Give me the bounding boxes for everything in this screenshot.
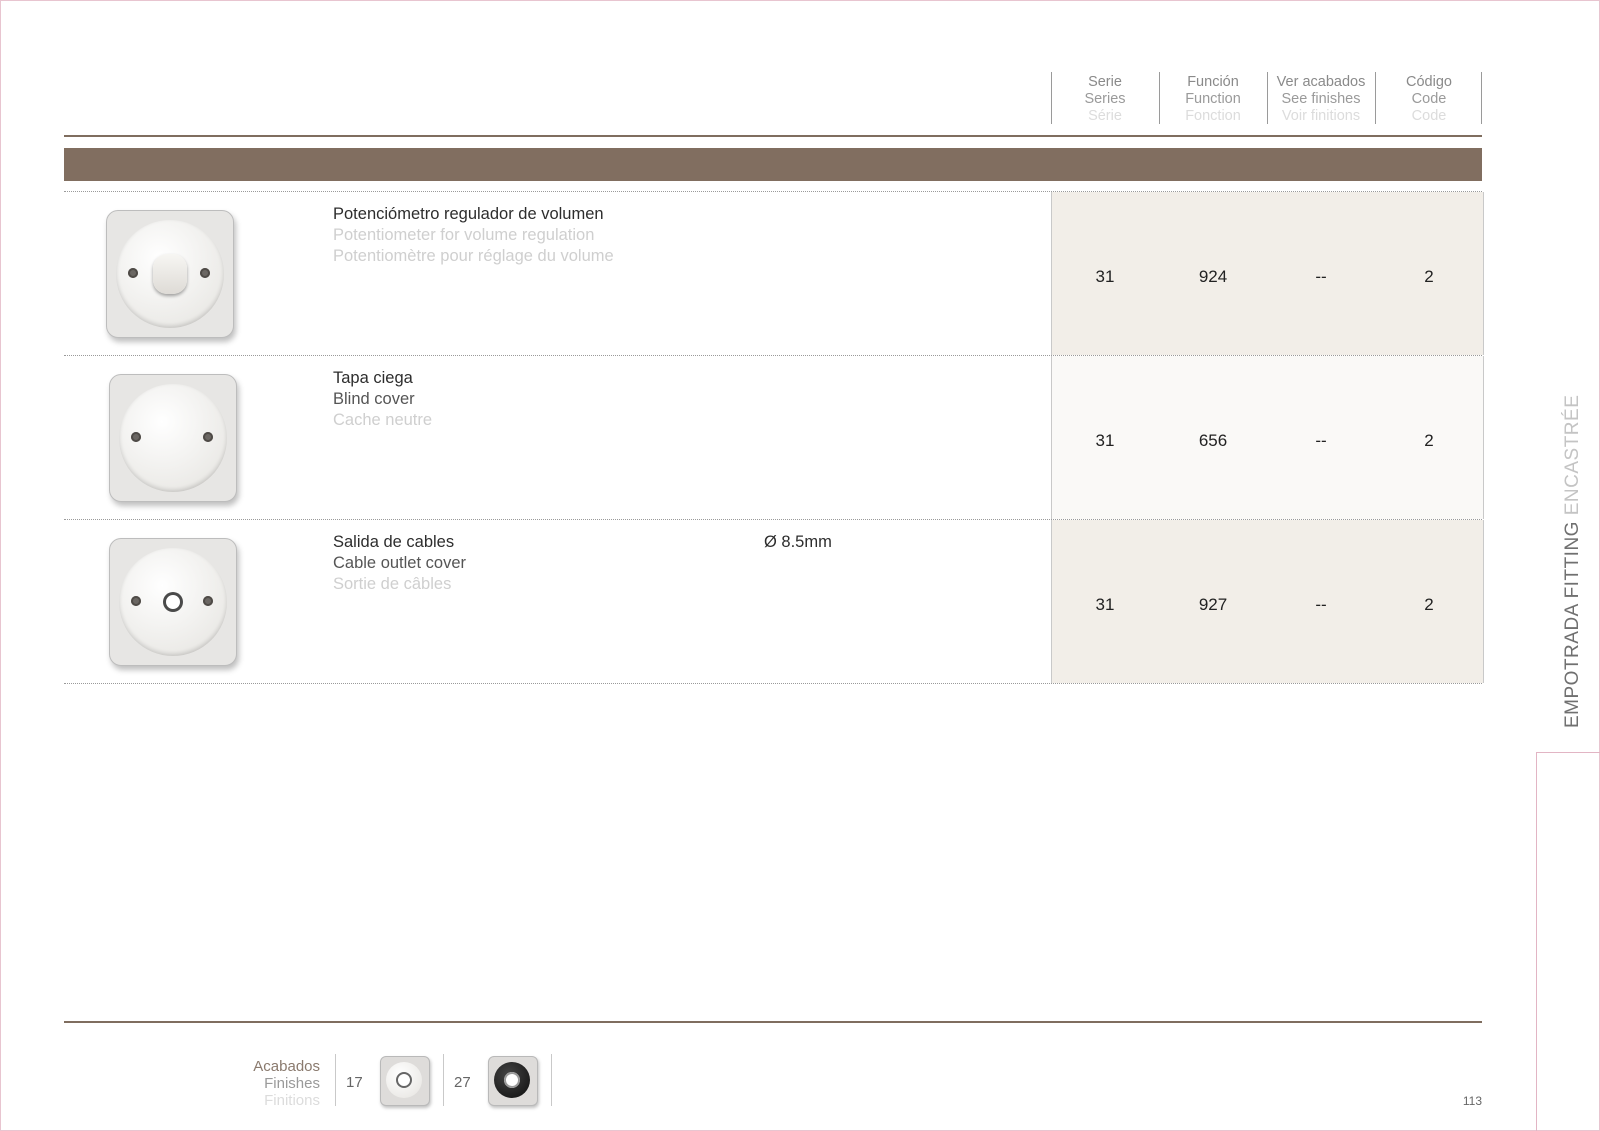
header-label-es: Ver acabados: [1276, 74, 1366, 90]
side-title-dark: EMPOTRADA FITTING: [1562, 521, 1583, 728]
header-label-es: Función: [1187, 74, 1239, 90]
finish-separator: [551, 1054, 552, 1106]
product-name-en: Potentiometer for volume regulation: [333, 226, 595, 244]
codigo-value: 2: [1424, 431, 1434, 450]
cable-outlet-icon: [103, 532, 243, 672]
finishes-label-es: Acabados: [253, 1058, 320, 1075]
acabados-value: --: [1315, 595, 1327, 614]
side-tab-border: [1536, 752, 1600, 753]
header-funcion: Función Function Fonction: [1159, 74, 1267, 124]
product-description: Salida de cables Cable outlet cover Sort…: [333, 532, 466, 595]
header-separator: [1481, 72, 1482, 124]
serie-value: 31: [1095, 431, 1115, 450]
product-name-es: Tapa ciega: [333, 369, 413, 387]
white-finish-icon: [378, 1054, 432, 1108]
header-label-fr: Série: [1088, 108, 1122, 124]
serie-value: 31: [1095, 267, 1115, 286]
finish-separator: [335, 1054, 336, 1106]
product-name-es: Salida de cables: [333, 533, 455, 551]
product-name-fr: Potentiomètre pour réglage du volume: [333, 247, 614, 265]
finish-code: 27: [454, 1074, 471, 1091]
row-divider: [64, 683, 1482, 684]
top-rule: [64, 135, 1482, 137]
page-number: 113: [1462, 1094, 1482, 1108]
side-section-title: EMPOTRADA FITTING ENCASTRÉE: [1562, 395, 1584, 728]
acabados-value: --: [1315, 431, 1327, 450]
blind-cover-icon: [103, 368, 243, 508]
product-name-fr: Cache neutre: [333, 411, 433, 429]
acabados-value: --: [1315, 267, 1327, 286]
funcion-value: 924: [1198, 267, 1228, 286]
header-label-es: Serie: [1088, 74, 1122, 90]
header-label-es: Código: [1406, 74, 1452, 90]
finish-code: 17: [346, 1074, 363, 1091]
codigo-value: 2: [1424, 595, 1434, 614]
header-label-fr: Code: [1411, 108, 1447, 124]
header-label-en: Function: [1185, 91, 1241, 107]
black-finish-icon: [486, 1054, 540, 1108]
header-acabados: Ver acabados See finishes Voir finitions: [1267, 74, 1375, 124]
product-name-fr: Sortie de câbles: [333, 575, 452, 593]
category-band: [64, 148, 1482, 181]
finishes-label-en: Finishes: [264, 1075, 320, 1092]
bottom-rule: [64, 1021, 1482, 1023]
side-tab-border: [1536, 752, 1537, 1131]
product-description: Potenciómetro regulador de volumen Poten…: [333, 204, 614, 267]
header-codigo: Código Code Code: [1375, 74, 1483, 124]
header-label-en: See finishes: [1281, 91, 1361, 107]
product-spec: Ø 8.5mm: [764, 533, 832, 551]
funcion-value: 927: [1198, 595, 1228, 614]
codigo-value: 2: [1424, 267, 1434, 286]
header-label-fr: Voir finitions: [1281, 108, 1361, 124]
finishes-label: Acabados Finishes Finitions: [230, 1058, 320, 1109]
product-name-en: Cable outlet cover: [333, 554, 466, 572]
product-name-en: Blind cover: [333, 390, 415, 408]
serie-value: 31: [1095, 595, 1115, 614]
finish-separator: [443, 1054, 444, 1106]
header-label-en: Code: [1411, 91, 1447, 107]
product-name-es: Potenciómetro regulador de volumen: [333, 205, 604, 223]
finishes-label-fr: Finitions: [264, 1092, 320, 1109]
side-title-light: ENCASTRÉE: [1562, 394, 1583, 516]
volume-knob-icon: [100, 204, 240, 344]
funcion-value: 656: [1198, 431, 1228, 450]
header-serie: Serie Series Série: [1051, 74, 1159, 124]
product-description: Tapa ciega Blind cover Cache neutre: [333, 368, 432, 431]
header-label-en: Series: [1084, 91, 1126, 107]
header-label-fr: Fonction: [1185, 108, 1241, 124]
